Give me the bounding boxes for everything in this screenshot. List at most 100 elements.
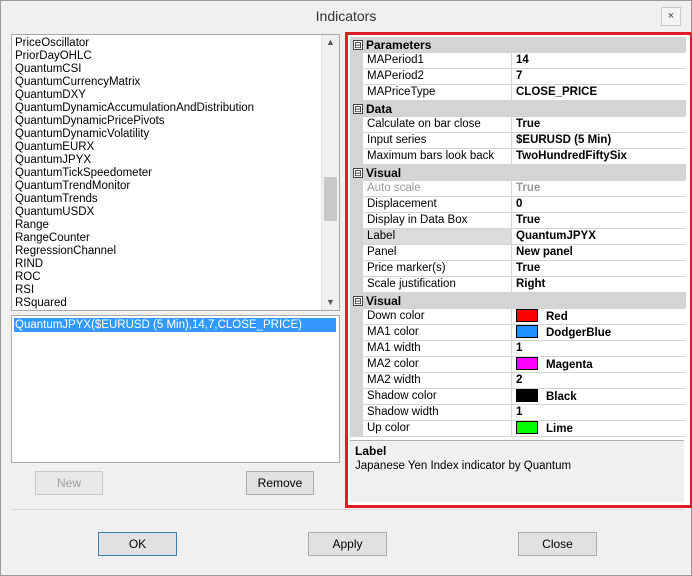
indicator-list[interactable]: PriceOscillator PriorDayOHLC QuantumCSI Qua… bbox=[11, 34, 340, 311]
property-value[interactable]: Lime bbox=[512, 421, 686, 437]
property-value[interactable]: 14 bbox=[512, 53, 686, 69]
indicator-list-item[interactable]: QuantumUSDX bbox=[15, 206, 321, 219]
indicator-list-item[interactable]: RegressionChannel bbox=[15, 245, 321, 258]
property-row[interactable]: Down color Red bbox=[350, 309, 686, 325]
property-row[interactable]: MAPeriod1 14 bbox=[350, 53, 686, 69]
collapse-toggle-icon[interactable]: ⊟ bbox=[353, 40, 363, 50]
property-row[interactable]: Calculate on bar close True bbox=[350, 117, 686, 133]
property-value[interactable]: Black bbox=[512, 389, 686, 405]
property-value[interactable]: True bbox=[512, 213, 686, 229]
indicator-list-item[interactable]: RangeCounter bbox=[15, 232, 321, 245]
property-name: Shadow width bbox=[363, 405, 512, 421]
indicator-list-item[interactable]: QuantumJPYX bbox=[15, 154, 321, 167]
property-row[interactable]: MA2 color Magenta bbox=[350, 357, 686, 373]
scroll-down-icon[interactable]: ▼ bbox=[322, 295, 339, 310]
property-value[interactable]: QuantumJPYX bbox=[512, 229, 686, 245]
close-button[interactable]: Close bbox=[518, 532, 597, 556]
indicator-list-item[interactable]: QuantumTickSpeedometer bbox=[15, 167, 321, 180]
property-row[interactable]: MAPriceType CLOSE_PRICE bbox=[350, 85, 686, 101]
property-value[interactable]: New panel bbox=[512, 245, 686, 261]
property-row[interactable]: MA1 width 1 bbox=[350, 341, 686, 357]
indicator-list-item[interactable]: QuantumEURX bbox=[15, 141, 321, 154]
color-name: Red bbox=[546, 311, 568, 323]
property-value[interactable]: 1 bbox=[512, 341, 686, 357]
category-data[interactable]: ⊟ Data bbox=[350, 101, 686, 117]
category-visual2[interactable]: ⊟ Visual bbox=[350, 293, 686, 309]
applied-indicators-list[interactable]: QuantumJPYX($EURUSD (5 Min),14,7,CLOSE_P… bbox=[11, 315, 340, 463]
property-value[interactable]: CLOSE_PRICE bbox=[512, 85, 686, 101]
category-parameters[interactable]: ⊟ Parameters bbox=[350, 37, 686, 53]
property-value[interactable]: Red bbox=[512, 309, 686, 325]
property-row[interactable]: Auto scale True bbox=[350, 181, 686, 197]
property-name: Shadow color bbox=[363, 389, 512, 405]
indicator-list-item[interactable]: ROC bbox=[15, 271, 321, 284]
property-row[interactable]: Shadow width 1 bbox=[350, 405, 686, 421]
collapse-toggle-icon[interactable]: ⊟ bbox=[353, 168, 363, 178]
property-value[interactable]: True bbox=[512, 261, 686, 277]
property-row[interactable]: Up color Lime bbox=[350, 421, 686, 437]
remove-button[interactable]: Remove bbox=[246, 471, 314, 495]
property-value[interactable]: Magenta bbox=[512, 357, 686, 373]
property-row[interactable]: Label QuantumJPYX bbox=[350, 229, 686, 245]
row-gutter bbox=[350, 325, 363, 341]
property-name: Displacement bbox=[363, 197, 512, 213]
scroll-thumb[interactable] bbox=[324, 177, 337, 221]
color-swatch bbox=[516, 421, 538, 434]
property-row[interactable]: MA1 color DodgerBlue bbox=[350, 325, 686, 341]
property-value[interactable]: Right bbox=[512, 277, 686, 293]
indicator-list-item[interactable]: RSquared bbox=[15, 297, 321, 310]
indicator-list-item[interactable]: QuantumCurrencyMatrix bbox=[15, 76, 321, 89]
new-button[interactable]: New bbox=[35, 471, 103, 495]
property-row[interactable]: Displacement 0 bbox=[350, 197, 686, 213]
property-row[interactable]: Shadow color Black bbox=[350, 389, 686, 405]
property-value[interactable]: 2 bbox=[512, 373, 686, 389]
property-row[interactable]: MAPeriod2 7 bbox=[350, 69, 686, 85]
property-value[interactable]: 0 bbox=[512, 197, 686, 213]
divider bbox=[11, 509, 683, 510]
collapse-toggle-icon[interactable]: ⊟ bbox=[353, 296, 363, 306]
property-row[interactable]: Display in Data Box True bbox=[350, 213, 686, 229]
ok-button[interactable]: OK bbox=[98, 532, 177, 556]
indicator-list-item[interactable]: QuantumDynamicAccumulationAndDistributio… bbox=[15, 102, 321, 115]
indicator-list-item[interactable]: QuantumDXY bbox=[15, 89, 321, 102]
title-bar: Indicators × bbox=[1, 1, 691, 31]
window-title: Indicators bbox=[315, 8, 377, 24]
indicator-list-item[interactable]: RIND bbox=[15, 258, 321, 271]
collapse-toggle-icon[interactable]: ⊟ bbox=[353, 104, 363, 114]
property-row[interactable]: Panel New panel bbox=[350, 245, 686, 261]
row-gutter bbox=[350, 341, 363, 357]
scroll-up-icon[interactable]: ▲ bbox=[322, 35, 339, 50]
property-value[interactable]: $EURUSD (5 Min) bbox=[512, 133, 686, 149]
applied-indicator-item[interactable]: QuantumJPYX($EURUSD (5 Min),14,7,CLOSE_P… bbox=[14, 318, 336, 332]
indicator-list-item[interactable]: Range bbox=[15, 219, 321, 232]
color-swatch bbox=[516, 389, 538, 402]
property-value[interactable]: 7 bbox=[512, 69, 686, 85]
property-value[interactable]: True bbox=[512, 117, 686, 133]
indicator-list-item[interactable]: PriorDayOHLC bbox=[15, 50, 321, 63]
color-swatch bbox=[516, 325, 538, 338]
indicator-list-item[interactable]: PriceOscillator bbox=[15, 37, 321, 50]
row-gutter bbox=[350, 261, 363, 277]
property-value[interactable]: 1 bbox=[512, 405, 686, 421]
indicator-list-item[interactable]: RSI bbox=[15, 284, 321, 297]
property-row[interactable]: MA2 width 2 bbox=[350, 373, 686, 389]
property-value[interactable]: True bbox=[512, 181, 686, 197]
category-visual[interactable]: ⊟ Visual bbox=[350, 165, 686, 181]
property-value[interactable]: DodgerBlue bbox=[512, 325, 686, 341]
indicator-list-item[interactable]: QuantumTrendMonitor bbox=[15, 180, 321, 193]
property-row[interactable]: Scale justification Right bbox=[350, 277, 686, 293]
apply-button[interactable]: Apply bbox=[308, 532, 387, 556]
property-row[interactable]: Price marker(s) True bbox=[350, 261, 686, 277]
color-name: Black bbox=[546, 391, 577, 403]
indicator-list-item[interactable]: QuantumCSI bbox=[15, 63, 321, 76]
row-gutter bbox=[350, 309, 363, 325]
property-row[interactable]: Input series $EURUSD (5 Min) bbox=[350, 133, 686, 149]
indicator-list-item[interactable]: QuantumDynamicPricePivots bbox=[15, 115, 321, 128]
close-window-icon[interactable]: × bbox=[661, 7, 681, 26]
indicator-list-item[interactable]: QuantumDynamicVolatility bbox=[15, 128, 321, 141]
row-gutter bbox=[350, 373, 363, 389]
indicator-list-item[interactable]: QuantumTrends bbox=[15, 193, 321, 206]
property-value[interactable]: TwoHundredFiftySix bbox=[512, 149, 686, 165]
property-row[interactable]: Maximum bars look back TwoHundredFiftySix bbox=[350, 149, 686, 165]
indicator-list-scrollbar[interactable]: ▲ ▼ bbox=[321, 35, 339, 310]
